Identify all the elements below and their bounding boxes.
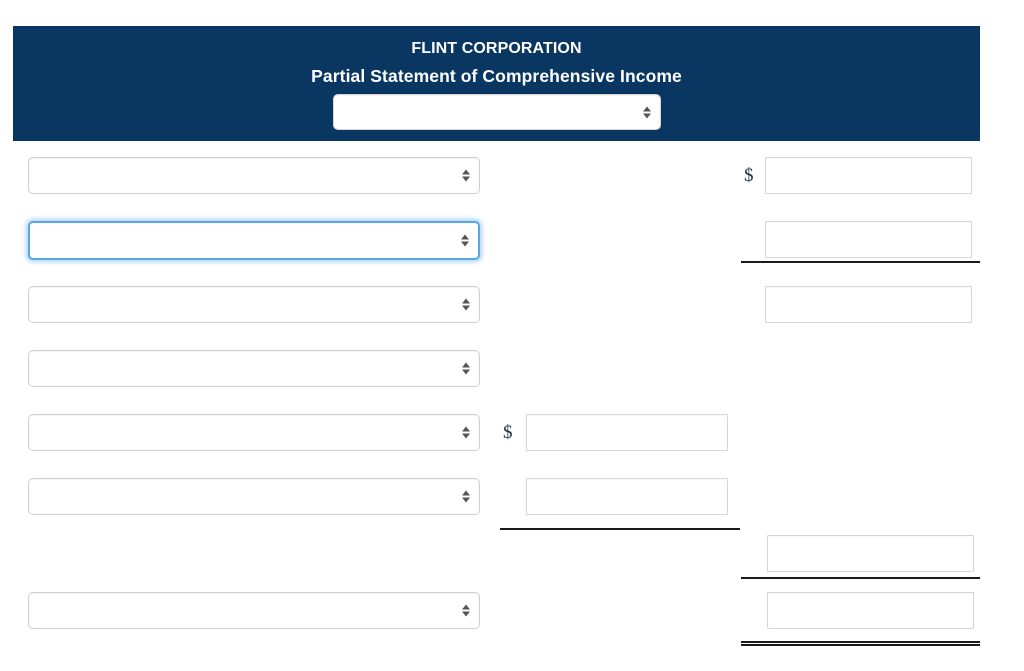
period-select[interactable] <box>333 94 661 130</box>
chevron-updown-icon <box>461 602 470 619</box>
middle-amount-input-1[interactable] <box>526 414 728 451</box>
chevron-updown-icon <box>461 296 470 313</box>
chevron-updown-icon <box>460 232 469 249</box>
chevron-updown-icon <box>461 360 470 377</box>
line-item-select-5[interactable] <box>28 414 480 451</box>
right-column-subtotal-rule-2 <box>741 577 980 579</box>
page-title: Partial Statement of Comprehensive Incom… <box>311 66 682 86</box>
chevron-updown-icon <box>461 167 470 184</box>
middle-column-subtotal-rule <box>500 528 740 530</box>
right-amount-input-1[interactable] <box>765 157 972 194</box>
middle-amount-input-2[interactable] <box>526 478 728 515</box>
chevron-updown-icon <box>642 104 651 121</box>
chevron-updown-icon <box>461 488 470 505</box>
line-item-select-1[interactable] <box>28 157 480 194</box>
middle-column-currency-symbol: $ <box>503 422 513 443</box>
line-item-select-6[interactable] <box>28 478 480 515</box>
line-item-select-3[interactable] <box>28 286 480 323</box>
right-column-grand-total-rule <box>741 641 980 646</box>
line-item-select-2[interactable] <box>28 221 480 260</box>
line-item-select-7[interactable] <box>28 592 480 629</box>
company-name: FLINT CORPORATION <box>411 40 582 57</box>
statement-form-page: FLINT CORPORATION Partial Statement of C… <box>0 0 1024 671</box>
chevron-updown-icon <box>461 424 470 441</box>
right-column-currency-symbol: $ <box>744 165 754 186</box>
right-amount-input-3[interactable] <box>765 286 972 323</box>
right-column-subtotal-rule-1 <box>741 261 980 263</box>
line-item-select-4[interactable] <box>28 350 480 387</box>
right-amount-input-4[interactable] <box>767 535 974 572</box>
right-amount-input-5[interactable] <box>767 592 974 629</box>
right-amount-input-2[interactable] <box>765 221 972 258</box>
